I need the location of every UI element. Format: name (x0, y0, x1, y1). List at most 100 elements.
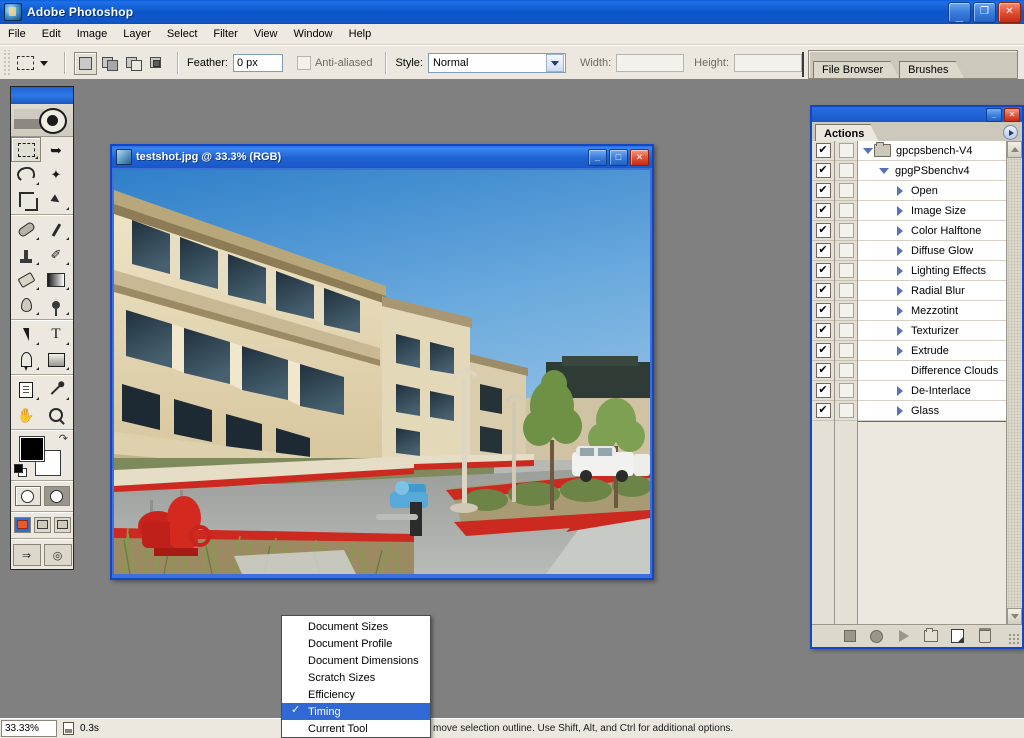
status-popup-item[interactable]: Efficiency (282, 686, 430, 703)
width-input[interactable] (616, 54, 685, 72)
jump-to-imageready-button[interactable]: ⇒ (12, 544, 41, 566)
checkbox[interactable] (838, 203, 854, 218)
subtract-from-selection-button[interactable] (122, 51, 145, 75)
menu-window[interactable]: Window (286, 26, 341, 42)
checkbox[interactable]: ✔ (815, 403, 831, 418)
action-list-item[interactable]: Radial Blur (858, 281, 1006, 301)
minimize-button[interactable]: _ (948, 2, 971, 23)
tab-brushes[interactable]: Brushes (899, 61, 965, 78)
type-tool[interactable]: T (41, 322, 71, 347)
brush-tool[interactable] (41, 217, 71, 242)
tab-actions[interactable]: Actions (815, 124, 880, 142)
checkbox[interactable]: ✔ (815, 283, 831, 298)
clone-stamp-tool[interactable] (11, 242, 41, 267)
new-selection-button[interactable] (74, 51, 97, 75)
height-input[interactable] (734, 54, 803, 72)
actions-palette-title-bar[interactable]: _ ✕ (812, 107, 1022, 122)
status-popup-item[interactable]: Document Profile (282, 635, 430, 652)
toggle-dialog-checkbox[interactable] (835, 361, 857, 381)
anti-aliased-checkbox[interactable] (296, 56, 311, 70)
toggle-item-on-off-checkbox[interactable]: ✔ (812, 381, 834, 401)
chevron-right-icon[interactable] (894, 225, 906, 236)
menu-help[interactable]: Help (341, 26, 380, 42)
toggle-dialog-checkbox[interactable] (835, 161, 857, 181)
resize-grip[interactable] (1008, 633, 1020, 645)
scrollbar-track[interactable] (1007, 158, 1022, 608)
action-list-item[interactable]: Diffuse Glow (858, 241, 1006, 261)
document-title-bar[interactable]: testshot.jpg @ 33.3% (RGB) _ □ ✕ (112, 146, 652, 168)
crop-tool[interactable] (11, 187, 41, 212)
history-brush-tool[interactable]: ✐ (41, 242, 71, 267)
standard-screen-mode-button[interactable] (13, 517, 31, 533)
checkbox[interactable]: ✔ (815, 143, 831, 158)
chevron-down-icon[interactable] (40, 60, 48, 66)
toggle-dialog-checkbox[interactable] (835, 261, 857, 281)
document-window[interactable]: testshot.jpg @ 33.3% (RGB) _ □ ✕ (110, 144, 654, 580)
play-selection-button[interactable] (897, 630, 911, 643)
move-tool[interactable]: ➥ (41, 137, 71, 162)
actions-minimize-button[interactable]: _ (986, 107, 1002, 122)
rectangle-shape-tool[interactable] (41, 347, 71, 372)
begin-recording-button[interactable] (870, 629, 884, 643)
image-canvas[interactable] (114, 170, 650, 574)
create-new-set-button[interactable] (923, 628, 938, 643)
path-selection-tool[interactable] (11, 322, 41, 347)
toggle-item-on-off-checkbox[interactable]: ✔ (812, 241, 834, 261)
blur-tool[interactable] (11, 292, 41, 317)
zoom-tool[interactable] (41, 402, 71, 427)
checkbox[interactable] (838, 163, 854, 178)
status-popup-item[interactable]: Scratch Sizes (282, 669, 430, 686)
toggle-dialog-checkbox[interactable] (835, 221, 857, 241)
checkbox[interactable]: ✔ (815, 323, 831, 338)
actions-scrollbar[interactable] (1006, 141, 1022, 625)
checkbox[interactable] (838, 363, 854, 378)
toggle-item-on-off-checkbox[interactable]: ✔ (812, 281, 834, 301)
document-close-button[interactable]: ✕ (630, 148, 649, 166)
checkbox[interactable] (838, 223, 854, 238)
status-popup-item[interactable]: Document Dimensions (282, 652, 430, 669)
full-screen-mode-button[interactable] (53, 517, 71, 533)
checkbox[interactable] (838, 143, 854, 158)
chevron-right-icon[interactable] (894, 305, 906, 316)
zoom-level-field[interactable]: 33.33% (1, 720, 57, 737)
pen-tool[interactable] (11, 347, 41, 372)
default-colors-icon[interactable] (14, 464, 27, 477)
scroll-up-icon[interactable] (1007, 141, 1022, 158)
checkbox[interactable] (838, 263, 854, 278)
toggle-dialog-checkbox[interactable] (835, 301, 857, 321)
checkbox[interactable] (838, 243, 854, 258)
toggle-item-on-off-checkbox[interactable]: ✔ (812, 181, 834, 201)
menu-image[interactable]: Image (69, 26, 116, 42)
checkbox[interactable]: ✔ (815, 383, 831, 398)
action-list-item[interactable]: Glass (858, 401, 1006, 421)
magic-wand-tool[interactable]: ✦ (41, 162, 71, 187)
eyedropper-tool[interactable] (41, 377, 71, 402)
toggle-item-on-off-checkbox[interactable]: ✔ (812, 341, 834, 361)
action-list-item[interactable]: Texturizer (858, 321, 1006, 341)
checkbox[interactable]: ✔ (815, 223, 831, 238)
toggle-dialog-checkbox[interactable] (835, 201, 857, 221)
checkbox[interactable]: ✔ (815, 363, 831, 378)
hand-tool[interactable]: ✋ (11, 402, 41, 427)
action-list-item[interactable]: Lighting Effects (858, 261, 1006, 281)
action-list-item[interactable]: Extrude (858, 341, 1006, 361)
toggle-item-on-off-checkbox[interactable]: ✔ (812, 401, 834, 421)
rectangular-marquee-icon[interactable] (13, 51, 37, 75)
action-list-item[interactable]: gpcpsbench-V4 (858, 141, 1006, 161)
toggle-dialog-checkbox[interactable] (835, 381, 857, 401)
stop-playing-recording-button[interactable] (843, 630, 857, 643)
add-to-selection-button[interactable] (98, 51, 121, 75)
chevron-down-icon[interactable] (545, 54, 564, 72)
checkbox[interactable] (838, 403, 854, 418)
feather-input[interactable]: 0 px (232, 54, 283, 72)
tab-file-browser[interactable]: File Browser (813, 61, 900, 78)
toggle-dialog-checkbox[interactable] (835, 321, 857, 341)
chevron-down-icon[interactable] (862, 147, 874, 154)
toggle-item-on-off-checkbox[interactable]: ✔ (812, 161, 834, 181)
checkbox[interactable] (838, 343, 854, 358)
delete-button[interactable] (978, 627, 992, 643)
create-new-action-button[interactable] (951, 629, 965, 643)
standard-mode-button[interactable] (14, 486, 41, 506)
anti-aliased-row[interactable]: Anti-aliased (296, 56, 377, 70)
chevron-right-icon[interactable] (894, 205, 906, 216)
